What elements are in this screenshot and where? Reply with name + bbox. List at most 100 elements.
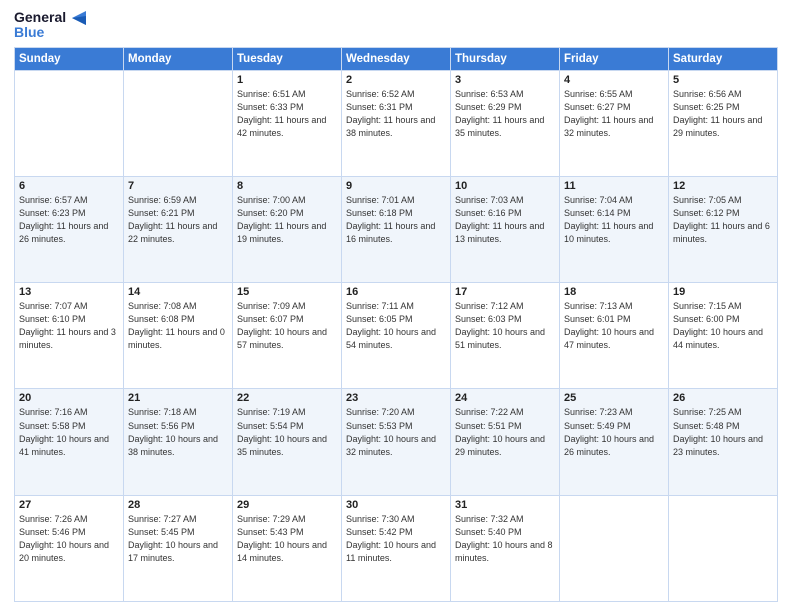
day-number: 17 [455,286,555,298]
day-info: Sunrise: 7:01 AM Sunset: 6:18 PM Dayligh… [346,194,446,246]
header-cell-thursday: Thursday [451,47,560,70]
day-info: Sunrise: 7:16 AM Sunset: 5:58 PM Dayligh… [19,406,119,458]
day-info: Sunrise: 7:08 AM Sunset: 6:08 PM Dayligh… [128,300,228,352]
header-cell-friday: Friday [560,47,669,70]
day-number: 30 [346,499,446,511]
week-row-2: 13 Sunrise: 7:07 AM Sunset: 6:10 PM Dayli… [15,283,778,389]
logo-container: General Blue [14,10,86,41]
logo-text: General [14,10,86,25]
day-number: 25 [564,392,664,404]
day-number: 12 [673,180,773,192]
day-cell [124,70,233,176]
day-cell: 2 Sunrise: 6:52 AM Sunset: 6:31 PM Daylig… [342,70,451,176]
day-number: 13 [19,286,119,298]
day-number: 5 [673,74,773,86]
day-number: 3 [455,74,555,86]
day-info: Sunrise: 7:04 AM Sunset: 6:14 PM Dayligh… [564,194,664,246]
day-cell: 18 Sunrise: 7:13 AM Sunset: 6:01 PM Dayli… [560,283,669,389]
day-number: 9 [346,180,446,192]
day-info: Sunrise: 7:25 AM Sunset: 5:48 PM Dayligh… [673,406,773,458]
day-info: Sunrise: 7:07 AM Sunset: 6:10 PM Dayligh… [19,300,119,352]
header-cell-sunday: Sunday [15,47,124,70]
day-number: 24 [455,392,555,404]
day-info: Sunrise: 6:55 AM Sunset: 6:27 PM Dayligh… [564,88,664,140]
day-info: Sunrise: 7:05 AM Sunset: 6:12 PM Dayligh… [673,194,773,246]
day-cell: 10 Sunrise: 7:03 AM Sunset: 6:16 PM Dayli… [451,177,560,283]
day-number: 26 [673,392,773,404]
day-info: Sunrise: 7:09 AM Sunset: 6:07 PM Dayligh… [237,300,337,352]
day-cell: 27 Sunrise: 7:26 AM Sunset: 5:46 PM Dayli… [15,495,124,601]
day-cell: 6Sunrise: 6:57 AM Sunset: 6:23 PM Daylig… [15,177,124,283]
day-info: Sunrise: 7:00 AM Sunset: 6:20 PM Dayligh… [237,194,337,246]
header-cell-tuesday: Tuesday [233,47,342,70]
day-info: Sunrise: 6:51 AM Sunset: 6:33 PM Dayligh… [237,88,337,140]
day-cell: 25 Sunrise: 7:23 AM Sunset: 5:49 PM Dayli… [560,389,669,495]
day-cell: 5 Sunrise: 6:56 AM Sunset: 6:25 PM Daylig… [669,70,778,176]
day-info: Sunrise: 7:22 AM Sunset: 5:51 PM Dayligh… [455,406,555,458]
day-info: Sunrise: 7:23 AM Sunset: 5:49 PM Dayligh… [564,406,664,458]
logo: General Blue [14,10,86,41]
day-info: Sunrise: 6:53 AM Sunset: 6:29 PM Dayligh… [455,88,555,140]
day-number: 15 [237,286,337,298]
day-number: 18 [564,286,664,298]
day-number: 11 [564,180,664,192]
day-cell: 4 Sunrise: 6:55 AM Sunset: 6:27 PM Daylig… [560,70,669,176]
day-number: 23 [346,392,446,404]
day-info: Sunrise: 7:18 AM Sunset: 5:56 PM Dayligh… [128,406,228,458]
header-cell-wednesday: Wednesday [342,47,451,70]
day-info: Sunrise: 6:56 AM Sunset: 6:25 PM Dayligh… [673,88,773,140]
day-cell [15,70,124,176]
day-number: 1 [237,74,337,86]
day-info: Sunrise: 7:20 AM Sunset: 5:53 PM Dayligh… [346,406,446,458]
logo-blue-text: Blue [14,25,86,40]
day-cell: 17 Sunrise: 7:12 AM Sunset: 6:03 PM Dayli… [451,283,560,389]
day-number: 14 [128,286,228,298]
day-info: Sunrise: 7:13 AM Sunset: 6:01 PM Dayligh… [564,300,664,352]
day-info: Sunrise: 7:30 AM Sunset: 5:42 PM Dayligh… [346,513,446,565]
day-number: 28 [128,499,228,511]
day-info: Sunrise: 7:03 AM Sunset: 6:16 PM Dayligh… [455,194,555,246]
week-row-3: 20 Sunrise: 7:16 AM Sunset: 5:58 PM Dayli… [15,389,778,495]
day-info: Sunrise: 7:15 AM Sunset: 6:00 PM Dayligh… [673,300,773,352]
day-cell: 22Sunrise: 7:19 AM Sunset: 5:54 PM Dayli… [233,389,342,495]
day-cell: 7Sunrise: 6:59 AM Sunset: 6:21 PM Daylig… [124,177,233,283]
day-number: 29 [237,499,337,511]
day-info: Sunrise: 7:32 AM Sunset: 5:40 PM Dayligh… [455,513,555,565]
day-number: 21 [128,392,228,404]
day-cell: 20 Sunrise: 7:16 AM Sunset: 5:58 PM Dayli… [15,389,124,495]
day-cell [560,495,669,601]
day-number: 4 [564,74,664,86]
day-number: 10 [455,180,555,192]
day-number: 31 [455,499,555,511]
day-cell: 15 Sunrise: 7:09 AM Sunset: 6:07 PM Dayli… [233,283,342,389]
day-info: Sunrise: 7:27 AM Sunset: 5:45 PM Dayligh… [128,513,228,565]
day-cell: 11 Sunrise: 7:04 AM Sunset: 6:14 PM Dayli… [560,177,669,283]
day-info: Sunrise: 6:52 AM Sunset: 6:31 PM Dayligh… [346,88,446,140]
header: General Blue [14,10,778,41]
day-number: 20 [19,392,119,404]
day-info: Sunrise: 6:57 AM Sunset: 6:23 PM Dayligh… [19,194,119,246]
day-info: Sunrise: 7:19 AM Sunset: 5:54 PM Dayligh… [237,406,337,458]
day-cell: 19Sunrise: 7:15 AM Sunset: 6:00 PM Dayli… [669,283,778,389]
day-cell: 3 Sunrise: 6:53 AM Sunset: 6:29 PM Daylig… [451,70,560,176]
day-cell: 23 Sunrise: 7:20 AM Sunset: 5:53 PM Dayli… [342,389,451,495]
day-cell: 13 Sunrise: 7:07 AM Sunset: 6:10 PM Dayli… [15,283,124,389]
day-number: 2 [346,74,446,86]
header-cell-monday: Monday [124,47,233,70]
day-cell: 14 Sunrise: 7:08 AM Sunset: 6:08 PM Dayli… [124,283,233,389]
day-info: Sunrise: 7:26 AM Sunset: 5:46 PM Dayligh… [19,513,119,565]
day-cell: 21 Sunrise: 7:18 AM Sunset: 5:56 PM Dayli… [124,389,233,495]
day-number: 8 [237,180,337,192]
day-cell: 28 Sunrise: 7:27 AM Sunset: 5:45 PM Dayli… [124,495,233,601]
logo-bird-icon [68,11,86,25]
day-number: 27 [19,499,119,511]
week-row-1: 6Sunrise: 6:57 AM Sunset: 6:23 PM Daylig… [15,177,778,283]
day-cell: 12 Sunrise: 7:05 AM Sunset: 6:12 PM Dayli… [669,177,778,283]
header-cell-saturday: Saturday [669,47,778,70]
day-number: 7 [128,180,228,192]
day-cell: 16Sunrise: 7:11 AM Sunset: 6:05 PM Dayli… [342,283,451,389]
calendar-table: SundayMondayTuesdayWednesdayThursdayFrid… [14,47,778,602]
week-row-4: 27 Sunrise: 7:26 AM Sunset: 5:46 PM Dayli… [15,495,778,601]
day-info: Sunrise: 7:12 AM Sunset: 6:03 PM Dayligh… [455,300,555,352]
day-cell: 26 Sunrise: 7:25 AM Sunset: 5:48 PM Dayli… [669,389,778,495]
